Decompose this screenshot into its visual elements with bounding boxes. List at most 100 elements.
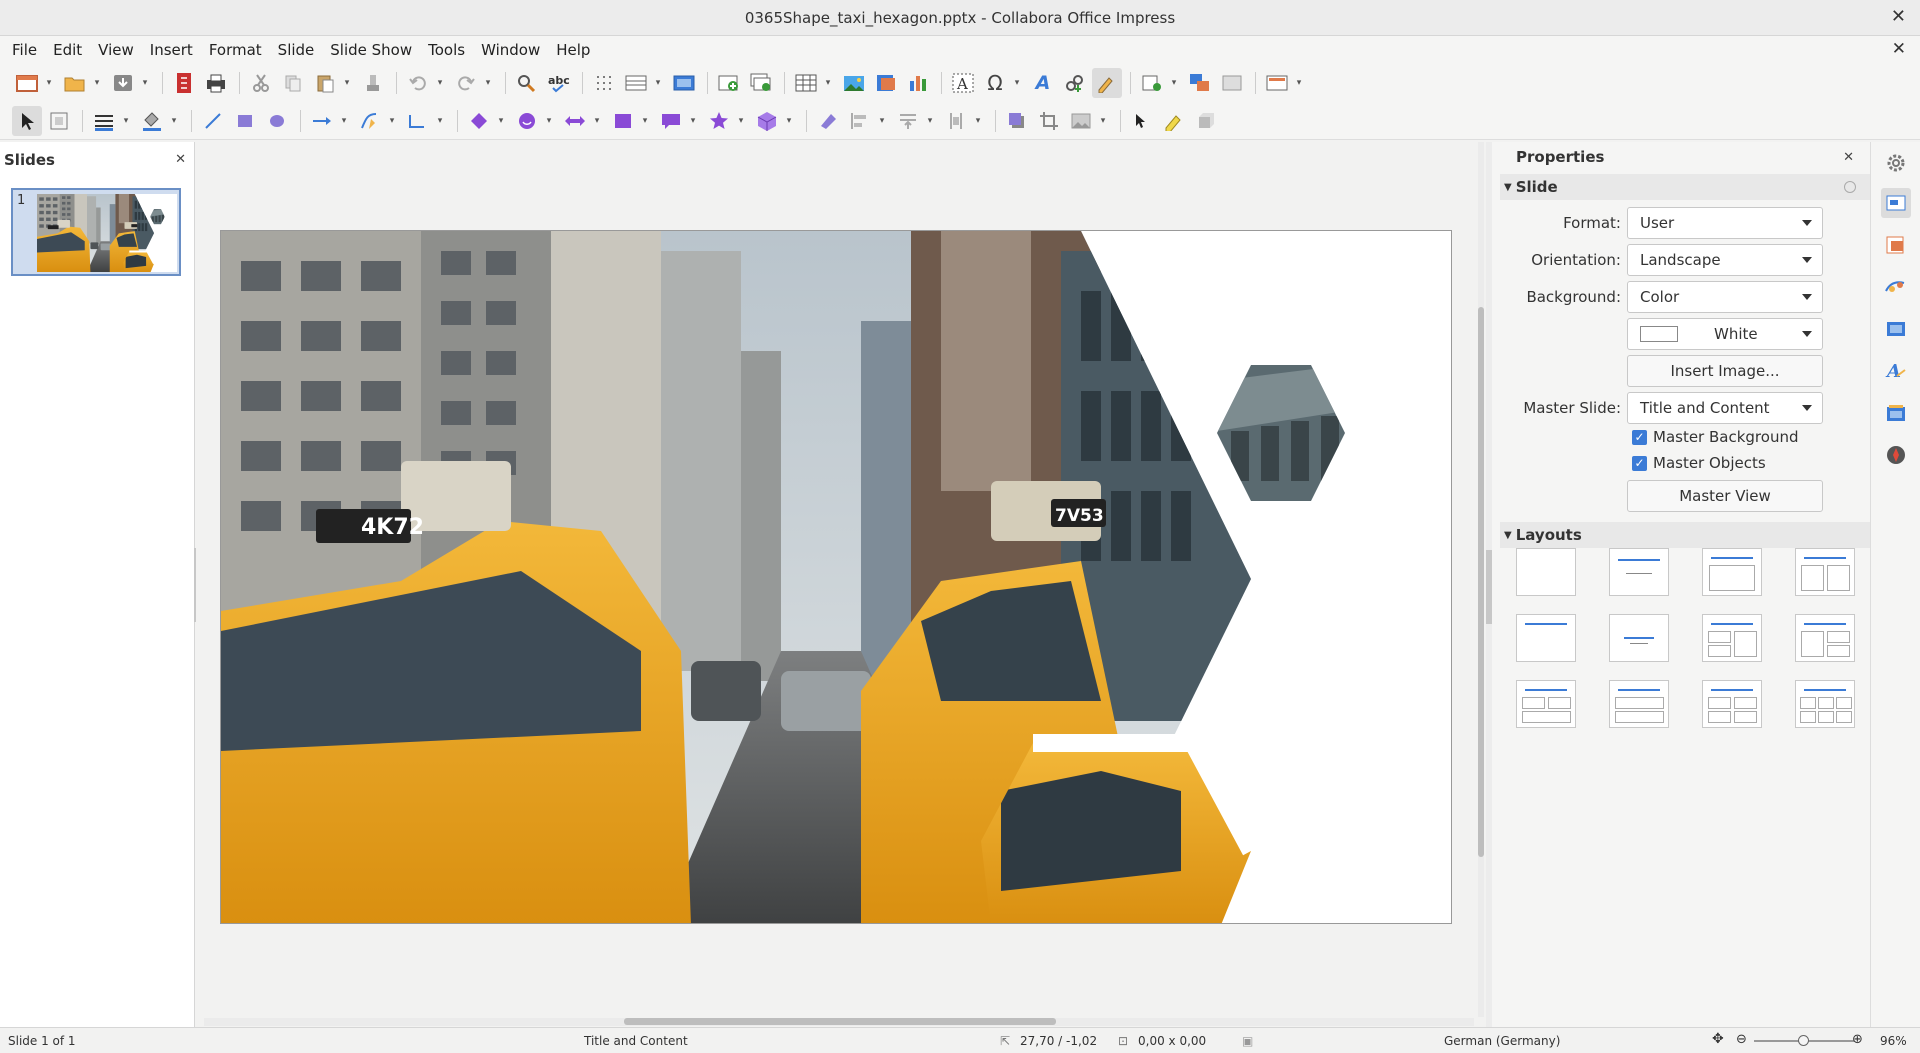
connectors-dropdown-icon[interactable]: ▾ — [435, 106, 445, 136]
new-dropdown-icon[interactable]: ▾ — [44, 68, 54, 98]
save-dropdown-icon[interactable]: ▾ — [140, 68, 150, 98]
fill-color-icon[interactable] — [137, 106, 167, 136]
new-slide-icon[interactable] — [714, 68, 744, 98]
layout-title-6-content[interactable] — [1795, 680, 1855, 728]
callout-dropdown-icon[interactable]: ▾ — [688, 106, 698, 136]
display-views-dropdown-icon[interactable]: ▾ — [653, 68, 663, 98]
points-icon[interactable] — [1127, 106, 1157, 136]
layout-title-content[interactable] — [1609, 548, 1669, 596]
spelling-icon[interactable]: abc — [544, 68, 574, 98]
table-dropdown-icon[interactable]: ▾ — [823, 68, 833, 98]
lines-arrows-dropdown-icon[interactable]: ▾ — [339, 106, 349, 136]
slides-pane-close-icon[interactable]: ✕ — [175, 152, 186, 167]
align-objects-icon[interactable] — [845, 106, 875, 136]
master-background-checkbox[interactable]: ✓ Master Background — [1632, 428, 1798, 446]
callout-shapes-icon[interactable] — [656, 106, 686, 136]
symbol-shapes-icon[interactable] — [512, 106, 542, 136]
zoom-slider[interactable] — [1754, 1035, 1854, 1046]
gallery-tab-icon[interactable] — [1881, 398, 1911, 428]
select-icon[interactable] — [12, 105, 42, 136]
save-icon[interactable] — [108, 68, 138, 98]
status-language[interactable]: German (Germany) — [1444, 1034, 1560, 1048]
connectors-icon[interactable] — [403, 106, 433, 136]
custom-animation-tab-icon[interactable] — [1881, 272, 1911, 302]
crop-icon[interactable] — [1034, 106, 1064, 136]
slide-transition-tab-icon[interactable] — [1881, 230, 1911, 260]
menu-slide-show[interactable]: Slide Show — [322, 41, 420, 59]
navigator-tab-icon[interactable] — [1881, 440, 1911, 470]
new-icon[interactable] — [12, 68, 42, 98]
master-objects-checkbox[interactable]: ✓ Master Objects — [1632, 454, 1766, 472]
layout-centered-text[interactable] — [1609, 614, 1669, 662]
image-filter-icon[interactable] — [1066, 106, 1096, 136]
cut-icon[interactable] — [246, 68, 276, 98]
menu-window[interactable]: Window — [473, 41, 548, 59]
layout-title-content-and-2-content[interactable] — [1795, 614, 1855, 662]
block-arrows-dropdown-icon[interactable]: ▾ — [592, 106, 602, 136]
layout-title-2-content-over-content[interactable] — [1516, 680, 1576, 728]
shadow-icon[interactable] — [1002, 106, 1032, 136]
distribute-dropdown-icon[interactable]: ▾ — [973, 106, 983, 136]
basic-shapes-dropdown-icon[interactable]: ▾ — [496, 106, 506, 136]
menu-view[interactable]: View — [90, 41, 142, 59]
flowchart-icon[interactable] — [608, 106, 638, 136]
insert-object-dropdown-icon[interactable]: ▾ — [1169, 68, 1179, 98]
styles-tab-icon[interactable]: A — [1881, 356, 1911, 386]
section-options-icon[interactable] — [1844, 181, 1856, 193]
menu-slide[interactable]: Slide — [270, 41, 323, 59]
master-view-button[interactable]: Master View — [1627, 480, 1823, 512]
stars-dropdown-icon[interactable]: ▾ — [736, 106, 746, 136]
status-zoom[interactable]: 96% — [1880, 1034, 1907, 1048]
zoom-out-icon[interactable]: ⊖ — [1736, 1032, 1747, 1047]
paste-dropdown-icon[interactable]: ▾ — [342, 68, 352, 98]
zoom-in-icon[interactable]: ⊕ — [1852, 1032, 1863, 1047]
insert-chart-icon[interactable] — [903, 68, 933, 98]
distribute-icon[interactable] — [941, 106, 971, 136]
export-pdf-icon[interactable] — [169, 68, 199, 98]
ellipse-tool-icon[interactable] — [262, 106, 292, 136]
special-character-icon[interactable]: Ω — [980, 68, 1010, 98]
copy-icon[interactable] — [278, 68, 308, 98]
background-dropdown[interactable]: Color — [1627, 281, 1823, 313]
document-modified-icon[interactable]: ▣ — [1242, 1034, 1253, 1048]
window-close-icon[interactable]: ✕ — [1891, 6, 1906, 27]
master-slide-icon[interactable] — [669, 68, 699, 98]
table-icon[interactable] — [791, 68, 821, 98]
text-box-icon[interactable]: A — [948, 68, 978, 98]
find-replace-icon[interactable] — [512, 68, 542, 98]
slide-thumbnail[interactable]: 1 — [11, 188, 181, 276]
duplicate-slide-icon[interactable] — [746, 68, 776, 98]
slide-transition-icon[interactable] — [1185, 68, 1215, 98]
slide-layout-icon[interactable] — [1262, 68, 1292, 98]
document-close-icon[interactable]: ✕ — [1892, 39, 1906, 59]
lines-arrows-icon[interactable] — [307, 106, 337, 136]
open-dropdown-icon[interactable]: ▾ — [92, 68, 102, 98]
menu-format[interactable]: Format — [201, 41, 270, 59]
grid-icon[interactable] — [589, 68, 619, 98]
hyperlink-icon[interactable] — [1060, 68, 1090, 98]
open-icon[interactable] — [60, 68, 90, 98]
print-icon[interactable] — [201, 68, 231, 98]
zoom-slider-knob[interactable] — [1798, 1035, 1809, 1046]
properties-tab-icon[interactable] — [1881, 188, 1911, 218]
sidebar-settings-gear-icon[interactable] — [1881, 148, 1911, 178]
redo-dropdown-icon[interactable]: ▾ — [483, 68, 493, 98]
flowchart-dropdown-icon[interactable]: ▾ — [640, 106, 650, 136]
menu-file[interactable]: File — [4, 41, 45, 59]
glue-points-icon[interactable] — [1159, 106, 1189, 136]
redo-icon[interactable] — [451, 68, 481, 98]
insert-image-button[interactable]: Insert Image... — [1627, 355, 1823, 387]
image-filter-dropdown-icon[interactable]: ▾ — [1098, 106, 1108, 136]
line-tool-icon[interactable] — [198, 106, 228, 136]
line-color-icon[interactable] — [89, 106, 119, 136]
menu-insert[interactable]: Insert — [142, 41, 201, 59]
undo-icon[interactable] — [403, 68, 433, 98]
special-character-dropdown-icon[interactable]: ▾ — [1012, 68, 1022, 98]
curves-dropdown-icon[interactable]: ▾ — [387, 106, 397, 136]
layouts-section-header[interactable]: ▼ Layouts — [1500, 522, 1870, 548]
orientation-dropdown[interactable]: Landscape — [1627, 244, 1823, 276]
menu-tools[interactable]: Tools — [420, 41, 473, 59]
rectangle-tool-icon[interactable] — [230, 106, 260, 136]
layout-title-2-content[interactable] — [1795, 548, 1855, 596]
3d-objects-icon[interactable] — [752, 106, 782, 136]
